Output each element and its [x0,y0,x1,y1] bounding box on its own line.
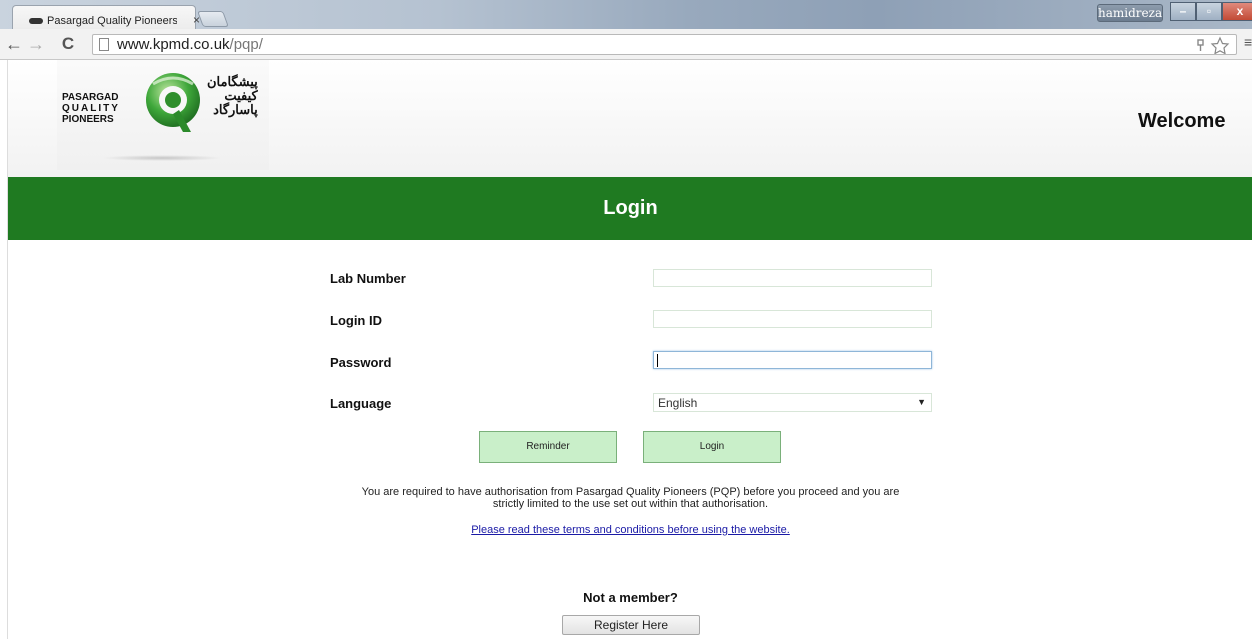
window-controls: – ▫ x [1170,2,1252,21]
login-banner: Login [8,177,1252,240]
browser-chrome: Pasargad Quality Pioneers × hamidreza – … [0,0,1252,60]
language-selected-value: English [658,396,698,410]
notice-line-1: You are required to have authorisation f… [361,486,900,498]
language-select[interactable]: English ▼ [653,393,932,412]
page-icon [99,38,109,51]
authorisation-notice: You are required to have authorisation f… [268,486,993,510]
url-path: /pqp/ [229,36,263,53]
logo-en-line3: PIONEERS [62,114,114,125]
logo-english-text: PASARGAD QUALITY PIONEERS [62,92,120,125]
address-bar[interactable]: www.kpmd.co.uk/pqp/ [92,34,1237,55]
welcome-text: Welcome [1138,110,1226,132]
restore-button[interactable]: ▫ [1196,2,1222,21]
new-tab-button[interactable] [197,11,229,27]
login-id-label: Login ID [330,313,382,328]
back-icon[interactable]: ← [4,34,24,55]
login-banner-title: Login [603,197,658,219]
dropdown-arrow-icon: ▼ [917,397,926,407]
logo-fa-line1: پیشگامان [207,74,258,89]
logo-en-line1: PASARGAD [62,92,119,103]
logo-shadow [102,155,222,161]
login-id-field[interactable] [653,310,932,328]
register-button[interactable]: Register Here [562,615,700,635]
site-logo[interactable]: PASARGAD QUALITY PIONEERS پیشگامان کیفیت… [57,60,269,170]
tab-favicon-icon [29,18,43,24]
logo-fa-line3: پاسارگاد [213,102,258,117]
lab-number-field[interactable] [653,269,932,287]
language-label: Language [330,396,392,411]
user-profile-button[interactable]: hamidreza [1097,4,1163,22]
notice-line-2: strictly limited to the use set out with… [492,498,769,510]
reminder-button[interactable]: Reminder [479,431,617,463]
login-button[interactable]: Login [643,431,781,463]
bookmark-star-icon[interactable] [1196,36,1232,58]
forward-icon[interactable]: → [26,34,46,55]
reload-icon[interactable]: C [58,34,78,54]
logo-fa-line2: کیفیت [224,88,258,103]
tab-title: Pasargad Quality Pioneers [47,15,177,27]
menu-icon[interactable]: ≡ [1244,34,1252,50]
lab-number-label: Lab Number [330,271,406,286]
terms-link[interactable]: Please read these terms and conditions b… [8,524,1252,536]
browser-toolbar: ← → C www.kpmd.co.uk/pqp/ ≡ [0,29,1252,60]
title-bar: Pasargad Quality Pioneers × hamidreza – … [0,0,1252,30]
minimize-button[interactable]: – [1170,2,1196,21]
browser-tab[interactable]: Pasargad Quality Pioneers × [12,5,200,30]
page-content: PASARGAD QUALITY PIONEERS پیشگامان کیفیت… [7,60,1252,639]
close-window-button[interactable]: x [1222,2,1252,21]
site-header: PASARGAD QUALITY PIONEERS پیشگامان کیفیت… [8,60,1252,177]
url-host: www.kpmd.co.uk [117,36,230,53]
password-label: Password [330,355,392,370]
logo-persian-text: پیشگامان کیفیت پاسارگاد [207,75,258,117]
url-text: www.kpmd.co.uk/pqp/ [117,36,263,53]
text-caret [657,354,658,367]
password-field[interactable] [653,351,932,369]
q-logo-icon [146,73,200,132]
logo-en-line2: QUALITY [62,103,120,114]
not-member-text: Not a member? [583,590,678,605]
